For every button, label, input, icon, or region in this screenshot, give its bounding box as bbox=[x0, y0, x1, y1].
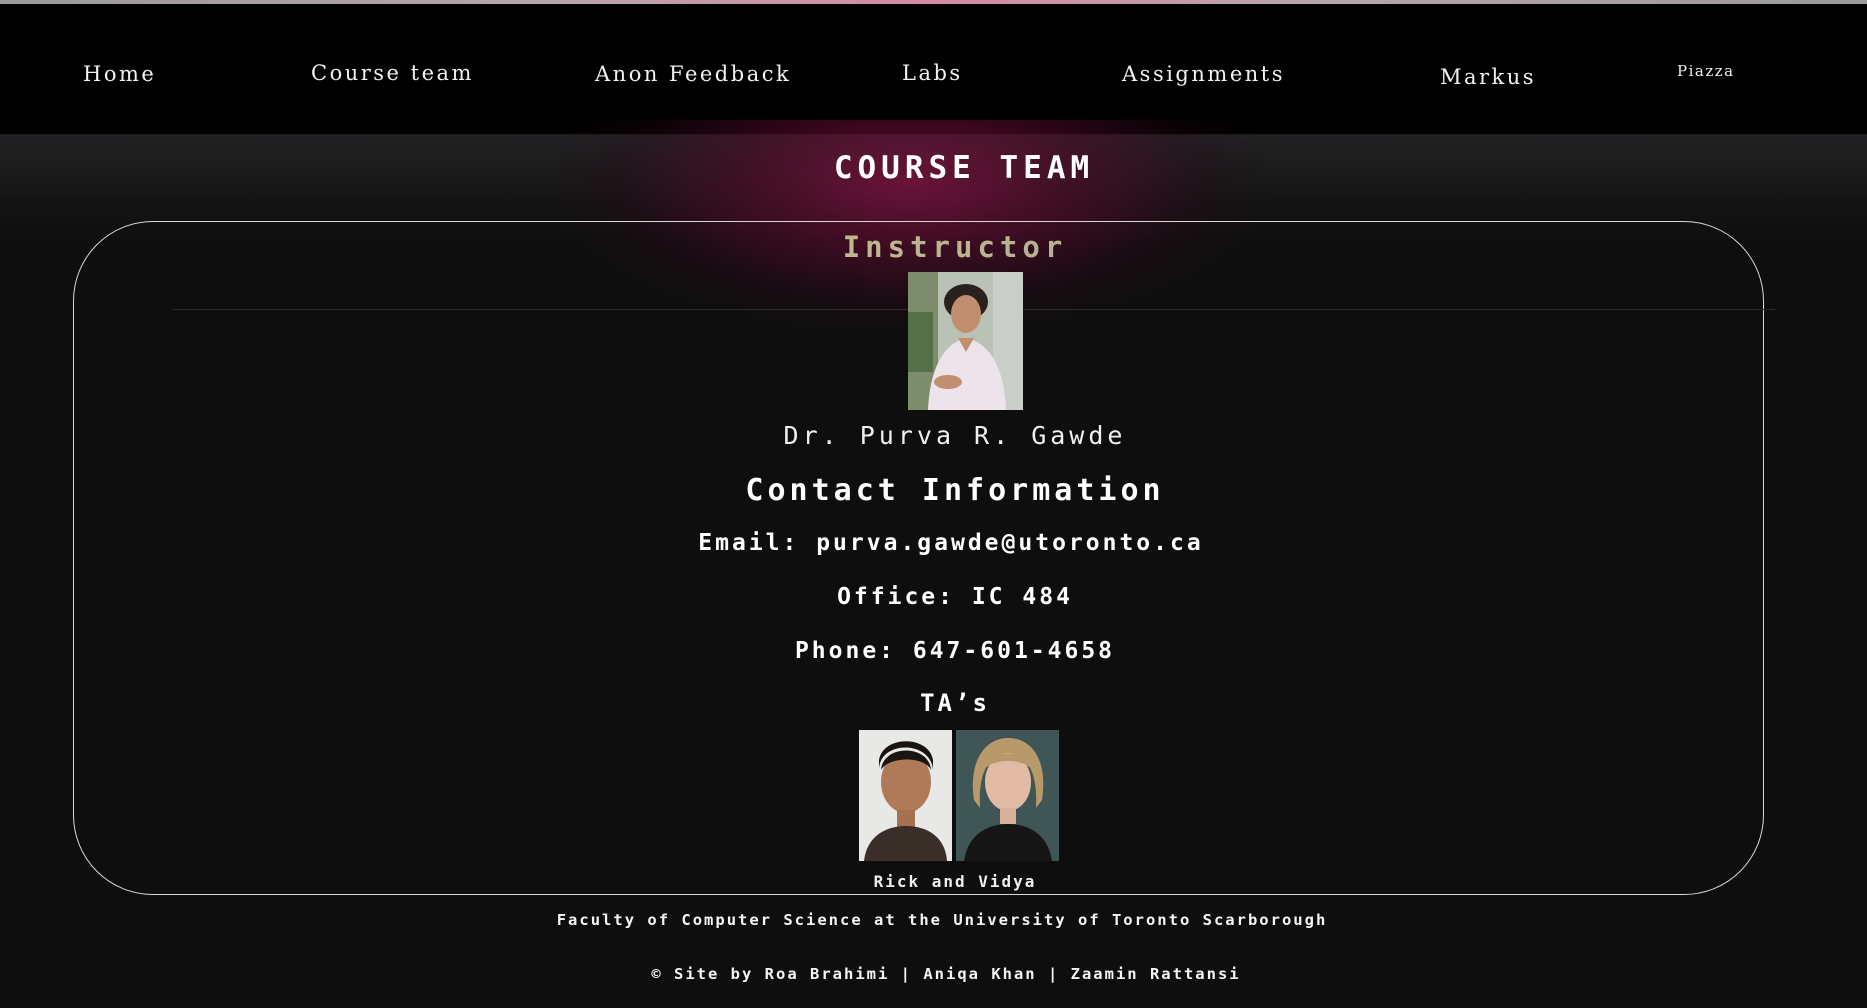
nav-assignments-link[interactable]: Assignments bbox=[1122, 62, 1285, 86]
ta-caption: Rick and Vidya bbox=[873, 872, 1037, 891]
nav-markus-link[interactable]: Markus bbox=[1440, 65, 1536, 89]
page-title: COURSE TEAM bbox=[833, 150, 1095, 186]
main-navbar: Home Course team Anon Feedback Labs Assi… bbox=[0, 4, 1867, 135]
nav-labs-link[interactable]: Labs bbox=[902, 61, 963, 85]
nav-home-link[interactable]: Home bbox=[83, 62, 156, 86]
instructor-photo bbox=[908, 272, 1023, 410]
footer-faculty: Faculty of Computer Science at the Unive… bbox=[556, 911, 1328, 929]
ta-photo-vidya bbox=[956, 730, 1059, 861]
ta-photo-rick bbox=[859, 730, 952, 861]
nav-course-team-link[interactable]: Course team bbox=[311, 61, 474, 85]
instructor-name: Dr. Purva R. Gawde bbox=[783, 421, 1127, 450]
contact-phone[interactable]: Phone: 647-601-4658 bbox=[0, 638, 1867, 664]
footer-credits: © Site by Roa Brahimi | Aniqa Khan | Zaa… bbox=[651, 965, 1241, 983]
contact-heading: Contact Information bbox=[745, 473, 1165, 508]
nav-piazza-link[interactable]: Piazza bbox=[1677, 62, 1735, 80]
ta-heading: TA’s bbox=[920, 689, 990, 717]
nav-anon-feedback-link[interactable]: Anon Feedback bbox=[595, 62, 791, 86]
contact-email[interactable]: Email: purva.gawde@utoronto.ca bbox=[0, 530, 1867, 556]
instructor-label: Instructor bbox=[0, 230, 1867, 264]
contact-office: Office: IC 484 bbox=[837, 584, 1073, 610]
